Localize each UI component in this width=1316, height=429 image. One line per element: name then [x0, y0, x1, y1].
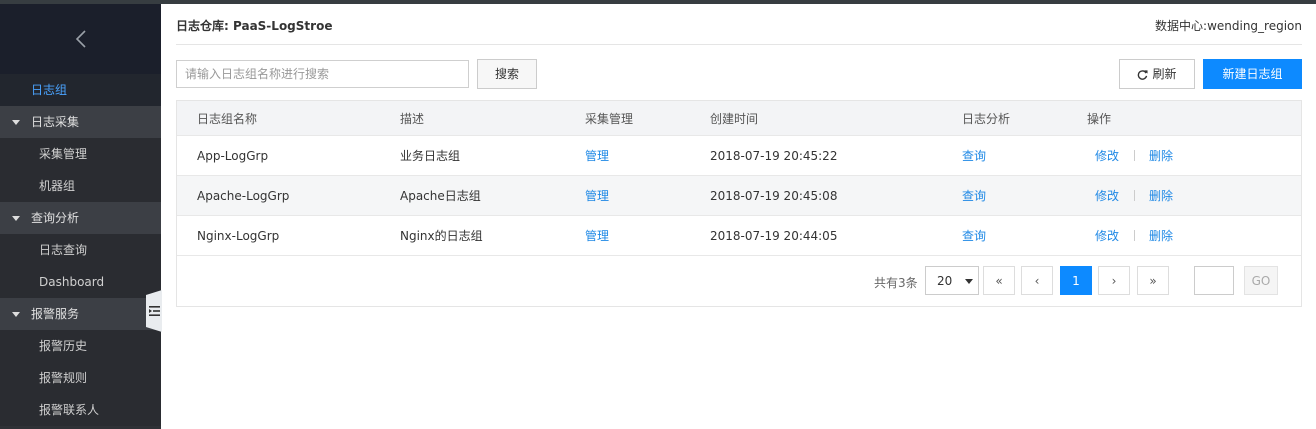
table-row: Nginx-LogGrp Nginx的日志组 管理 2018-07-19 20:44:…: [177, 216, 1301, 256]
region-name: wending_region: [1207, 19, 1302, 33]
sidebar-item[interactable]: 日志查询: [0, 234, 161, 266]
manage-link[interactable]: 管理: [585, 136, 609, 175]
manage-link[interactable]: 管理: [585, 216, 609, 255]
action-divider: [1134, 150, 1135, 161]
pagination: 共有3条 20 « ‹ 1 › » GO: [177, 256, 1301, 306]
refresh-icon: [1138, 69, 1149, 80]
sidebar-menu: 日志组日志采集采集管理机器组查询分析日志查询 Dashboard 报警服务报警历史报…: [0, 74, 161, 426]
caret-down-icon: [965, 279, 973, 284]
search-input[interactable]: [176, 60, 469, 88]
log-group-table: 日志组名称 描述 采集管理 创建时间 日志分析 操作 App-LogGrp 业务日…: [176, 100, 1302, 307]
created-time: 2018-07-19 20:44:05: [710, 228, 838, 243]
repo-label: 日志仓库:: [176, 19, 229, 33]
manage-link[interactable]: 管理: [585, 176, 609, 215]
caret-down-icon: [12, 216, 20, 221]
edit-link[interactable]: 修改: [1095, 176, 1119, 215]
sidebar-item-label: 报警联系人: [39, 403, 100, 417]
page-size-value: 20: [937, 273, 953, 288]
query-link[interactable]: 查询: [962, 176, 986, 215]
region-info: 数据中心:wending_region: [1155, 17, 1302, 34]
log-group-desc: 业务日志组: [400, 149, 461, 163]
refresh-button[interactable]: 刷新: [1119, 59, 1195, 89]
main-content: 日志仓库: PaaS-LogStroe 数据中心:wending_region …: [161, 4, 1316, 429]
caret-down-icon: [12, 120, 20, 125]
chevron-left-icon: [75, 30, 86, 48]
table-row: App-LogGrp 业务日志组 管理 2018-07-19 20:45:22 查询 修改…: [177, 136, 1301, 176]
page-header: 日志仓库: PaaS-LogStroe 数据中心:wending_region: [176, 4, 1302, 45]
sidebar-group[interactable]: 查询分析: [0, 202, 161, 234]
sidebar-collapse-toggle[interactable]: [146, 290, 162, 332]
page-button-current[interactable]: 1: [1060, 266, 1092, 295]
prev-page-button[interactable]: ‹: [1021, 266, 1053, 295]
sidebar-item-label: 报警历史: [39, 339, 88, 353]
refresh-label: 刷新: [1152, 67, 1177, 81]
query-link[interactable]: 查询: [962, 216, 986, 255]
delete-link[interactable]: 删除: [1149, 216, 1173, 255]
edit-link[interactable]: 修改: [1095, 136, 1119, 175]
sidebar-item[interactable]: 报警联系人: [0, 394, 161, 426]
sidebar-group[interactable]: 日志采集: [0, 106, 161, 138]
sidebar-item[interactable]: 报警历史: [0, 330, 161, 362]
sidebar-item[interactable]: 日志组: [0, 74, 161, 106]
log-group-name: Nginx-LogGrp: [197, 228, 280, 243]
column-header-manage: 采集管理: [585, 111, 634, 126]
edit-link[interactable]: 修改: [1095, 216, 1119, 255]
sidebar-item[interactable]: 采集管理: [0, 138, 161, 170]
sidebar-group[interactable]: 报警服务: [0, 298, 161, 330]
column-header-desc: 描述: [400, 111, 425, 126]
action-divider: [1134, 190, 1135, 201]
region-label: 数据中心:: [1155, 19, 1208, 33]
page-size-select[interactable]: 20: [925, 266, 979, 295]
column-header-name: 日志组名称: [197, 111, 258, 126]
go-button[interactable]: GO: [1244, 266, 1278, 295]
table-header-row: 日志组名称 描述 采集管理 创建时间 日志分析 操作: [177, 101, 1301, 136]
sidebar-item-label: 采集管理: [39, 147, 88, 161]
log-group-name: App-LogGrp: [197, 148, 269, 163]
sidebar-back-button[interactable]: [0, 4, 161, 74]
sidebar-item-label: Dashboard: [39, 275, 105, 289]
sidebar-item[interactable]: 报警规则: [0, 362, 161, 394]
log-group-desc: Nginx的日志组: [400, 229, 483, 243]
repo-title: 日志仓库: PaaS-LogStroe: [176, 17, 332, 34]
column-header-analysis: 日志分析: [962, 111, 1011, 126]
sidebar-item[interactable]: 机器组: [0, 170, 161, 202]
sidebar-item[interactable]: Dashboard: [0, 266, 161, 298]
query-link[interactable]: 查询: [962, 136, 986, 175]
log-group-desc: Apache日志组: [400, 189, 481, 203]
delete-link[interactable]: 删除: [1149, 176, 1173, 215]
goto-page-input[interactable]: [1194, 266, 1234, 295]
sidebar-item-label: 日志采集: [31, 115, 80, 129]
column-header-created: 创建时间: [710, 111, 759, 126]
repo-name: PaaS-LogStroe: [233, 19, 333, 33]
log-group-name: Apache-LogGrp: [197, 188, 290, 203]
sidebar-item-label: 查询分析: [31, 211, 80, 225]
table-row: Apache-LogGrp Apache日志组 管理 2018-07-19 20:45…: [177, 176, 1301, 216]
next-page-button[interactable]: ›: [1098, 266, 1130, 295]
sidebar-item-label: 报警服务: [31, 307, 80, 321]
last-page-button[interactable]: »: [1137, 266, 1169, 295]
outdent-icon: [148, 306, 160, 316]
sidebar-item-label: 日志组: [31, 83, 68, 97]
sidebar: 日志组日志采集采集管理机器组查询分析日志查询 Dashboard 报警服务报警历史报…: [0, 4, 161, 429]
created-time: 2018-07-19 20:45:22: [710, 148, 838, 163]
sidebar-item-label: 机器组: [39, 179, 76, 193]
created-time: 2018-07-19 20:45:08: [710, 188, 838, 203]
sidebar-item-label: 报警规则: [39, 371, 88, 385]
sidebar-item-label: 日志查询: [39, 243, 88, 257]
first-page-button[interactable]: «: [983, 266, 1015, 295]
delete-link[interactable]: 删除: [1149, 136, 1173, 175]
new-log-group-button[interactable]: 新建日志组: [1203, 59, 1302, 89]
action-divider: [1134, 230, 1135, 241]
search-button[interactable]: 搜索: [477, 59, 537, 89]
caret-down-icon: [12, 312, 20, 317]
column-header-actions: 操作: [1087, 111, 1112, 126]
total-count: 共有3条: [874, 276, 918, 290]
